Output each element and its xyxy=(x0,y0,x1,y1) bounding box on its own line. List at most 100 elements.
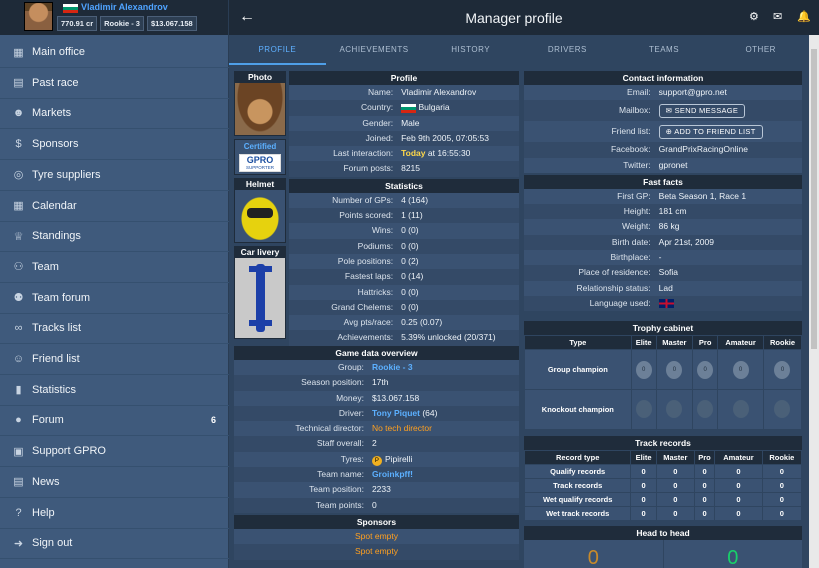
certified-panel: Certified GPRO SUPPORTER xyxy=(234,139,286,175)
tab-other[interactable]: OTHER xyxy=(712,35,809,65)
sidebar-item-support-gpro[interactable]: ▣ Support GPRO xyxy=(0,436,229,468)
profile-value: Vladimir Alexandrov xyxy=(401,87,477,97)
statistics-label: Podiums: xyxy=(357,240,394,251)
avatar[interactable] xyxy=(24,2,53,31)
statistics-header: Statistics xyxy=(289,178,519,193)
profile-value-extra: at 16:55:30 xyxy=(427,148,471,159)
twitter-value[interactable]: gpronet xyxy=(655,158,802,173)
statistics-label: Number of GPs: xyxy=(332,194,394,205)
sidebar-item-label: Tracks list xyxy=(32,322,82,335)
profile-row: Joined: Feb 9th 2005, 07:05:53 xyxy=(289,130,519,147)
facts-row: Relationship status: Lad xyxy=(524,280,802,296)
trophy-icon: 0 xyxy=(666,360,683,379)
trophy-icon xyxy=(774,399,791,418)
group-badge[interactable]: Rookie - 3 xyxy=(100,16,144,31)
money-badge[interactable]: $13.067.158 xyxy=(146,16,197,31)
trophy-icon xyxy=(697,399,714,418)
facts-value: Sofia xyxy=(658,267,679,278)
sidebar-item-sponsors[interactable]: $ Sponsors xyxy=(0,129,229,161)
game-label: Staff overall: xyxy=(316,438,364,449)
calendar-icon: ▦ xyxy=(13,200,24,212)
tab-profile[interactable]: PROFILE xyxy=(229,35,326,65)
game-row: Team name: Groinkpff! xyxy=(234,467,519,483)
track-record-label: Wet qualify records xyxy=(523,492,632,508)
news-icon: ▤ xyxy=(13,476,24,489)
statistics-row: Hattricks: 0 (0) xyxy=(289,284,519,300)
sidebar-item-statistics[interactable]: ▮ Statistics xyxy=(0,375,229,406)
statistics-value: 0 (0) xyxy=(401,240,419,251)
tab-achievements[interactable]: ACHIEVEMENTS xyxy=(326,35,423,65)
photo-label: Photo xyxy=(235,72,285,83)
game-row: Group: Rookie - 3 xyxy=(234,360,519,376)
statistics-value: 4 (164) xyxy=(401,194,429,205)
mail-icon[interactable]: ✉ xyxy=(773,10,782,23)
track-record-row: Wet qualify records 0 0 0 0 0 xyxy=(523,492,803,508)
game-label: Money: xyxy=(336,392,364,403)
statistics-row: Podiums: 0 (0) xyxy=(289,238,519,254)
sidebar-item-sign-out[interactable]: ➜ Sign out xyxy=(0,528,229,560)
sidebar-item-friend-list[interactable]: ☺ Friend list xyxy=(0,344,229,375)
page-title: Manager profile xyxy=(465,10,563,26)
main-content: Photo Certified GPRO SUPPORTER Helmet Ca… xyxy=(229,65,809,568)
facts-label: Relationship status: xyxy=(576,282,651,293)
game-value[interactable]: Groinkpff! xyxy=(372,469,413,479)
game-label: Season position: xyxy=(301,377,364,388)
sidebar-item-team[interactable]: ⚇ Team xyxy=(0,252,229,283)
notifications-icon[interactable]: 🔔 xyxy=(797,10,811,23)
facebook-label: Facebook: xyxy=(610,144,651,155)
game-row: Season position: 17th xyxy=(234,375,519,391)
sponsor-row: Spot empty xyxy=(234,544,519,560)
sidebar-item-markets[interactable]: ☻ Markets xyxy=(0,98,229,130)
profile-value[interactable]: Today xyxy=(401,148,425,158)
sidebar-item-standings[interactable]: ♕ Standings xyxy=(0,221,229,253)
statistics-row: Pole positions: 0 (2) xyxy=(289,253,519,270)
facts-row: Height: 181 cm xyxy=(524,204,802,220)
sidebar-item-tyre-suppliers[interactable]: ◎ Tyre suppliers xyxy=(0,160,229,191)
scrollbar[interactable] xyxy=(809,35,819,568)
tab-history[interactable]: HISTORY xyxy=(422,35,519,65)
sidebar-item-team-forum[interactable]: ⚉ Team forum xyxy=(0,283,229,314)
track-record-label: Wet track records xyxy=(523,506,632,522)
statistics-label: Fastest laps: xyxy=(344,271,394,282)
add-friend-button[interactable]: ⊕ ADD TO FRIEND LIST xyxy=(658,125,763,140)
sidebar-item-news[interactable]: ▤ News xyxy=(0,467,229,498)
sidebar-item-main-office[interactable]: ▦ Main office xyxy=(0,37,229,68)
facebook-value[interactable]: GrandPrixRacingOnline xyxy=(655,142,802,157)
profile-label: Forum posts: xyxy=(343,163,394,174)
game-value[interactable]: Tony Piquet xyxy=(372,408,420,418)
sidebar-item-past-race[interactable]: ▤ Past race xyxy=(0,68,229,99)
settings-icon[interactable]: ⚙ xyxy=(749,10,759,23)
statistics-value: 1 (11) xyxy=(401,210,423,221)
tab-teams[interactable]: TEAMS xyxy=(616,35,713,65)
facts-row: Birth date: Apr 21st, 2009 xyxy=(524,234,802,251)
scrollbar-thumb[interactable] xyxy=(811,49,817,349)
bar-chart-icon: ▮ xyxy=(15,384,22,397)
game-value[interactable]: Rookie - 3 xyxy=(372,362,413,372)
sidebar-item-label: Calendar xyxy=(32,199,77,212)
tab-drivers[interactable]: DRIVERS xyxy=(519,35,616,65)
credits-badge[interactable]: 770.91 cr xyxy=(57,16,98,31)
statistics-value: 0 (0) xyxy=(401,301,419,312)
statistics-row: Avg pts/race: 0.25 (0.07) xyxy=(289,315,519,331)
user-name[interactable]: Vladimir Alexandrov xyxy=(81,2,168,12)
sidebar-item-calendar[interactable]: ▦ Calendar xyxy=(0,191,229,222)
sponsor-spot[interactable]: Spot empty xyxy=(355,544,398,559)
sidebar-item-help[interactable]: ? Help xyxy=(0,498,229,529)
sidebar-item-forum[interactable]: ● Forum 6 xyxy=(0,405,229,437)
sidebar-item-tracks-list[interactable]: ∞ Tracks list xyxy=(0,313,229,345)
email-value[interactable]: support@gpro.net xyxy=(655,85,802,100)
send-message-button[interactable]: ✉ SEND MESSAGE xyxy=(658,104,746,119)
profile-row: Forum posts: 8215 xyxy=(289,161,519,177)
help-icon: ? xyxy=(15,506,22,519)
trophy-icon: 0 xyxy=(732,360,749,379)
h2h-left-value: 0 xyxy=(587,547,599,568)
statistics-label: Pole positions: xyxy=(337,255,394,266)
sponsor-spot[interactable]: Spot empty xyxy=(355,529,398,544)
track-record-label: Track records xyxy=(523,478,632,494)
trophy-count: 0 xyxy=(672,366,677,373)
game-value: 2 xyxy=(371,438,377,449)
game-label: Driver: xyxy=(338,407,364,418)
track-record-row: Wet track records 0 0 0 0 0 xyxy=(523,506,803,522)
sidebar-item-label: Past race xyxy=(32,76,79,89)
facts-label: Language used: xyxy=(589,297,651,308)
